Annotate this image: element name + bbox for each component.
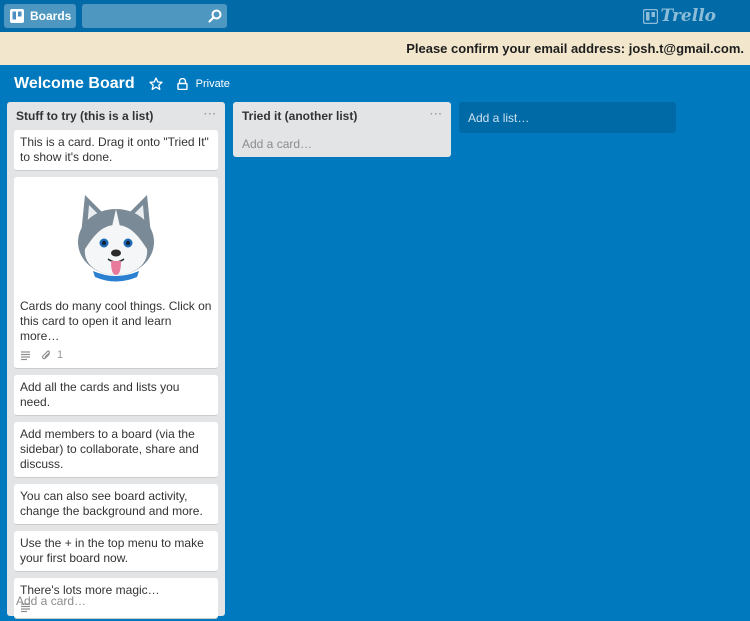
paperclip-icon [42,350,50,360]
list-card[interactable]: This is a card. Drag it onto "Tried It" … [14,130,218,171]
trello-logo-icon [642,8,658,24]
list-header[interactable]: Tried it (another list) ··· [233,102,451,130]
boards-label: Boards [30,9,72,23]
search-box [82,4,227,28]
list-card[interactable]: Cards do many cool things. Click on this… [14,177,218,369]
card-text: Cards do many cool things. Click on this… [20,299,212,343]
add-list-label: Add a list… [468,110,530,125]
card-text: You can also see board activity, change … [20,489,203,518]
list-card[interactable]: Add all the cards and lists you need. [14,375,218,416]
list-title: Tried it (another list) [242,109,358,123]
description-icon [21,351,30,361]
list-card[interactable]: Add members to a board (via the sidebar)… [14,422,218,478]
list-stuff-to-try: Stuff to try (this is a list) ··· This i… [7,102,225,619]
boards-icon [10,9,24,23]
visibility-button[interactable]: Private [176,78,230,90]
list-card[interactable]: You can also see board activity, change … [14,484,218,525]
card-text: Add all the cards and lists you need. [20,380,180,409]
top-header: Boards Trello [0,0,750,32]
add-list-button[interactable]: Add a list… [459,102,676,133]
card-text: Add members to a board (via the sidebar)… [20,427,199,471]
card-badges: 1 [20,348,212,363]
boards-button[interactable]: Boards [4,4,76,28]
search-icon[interactable] [208,9,222,23]
email-confirm-banner: Please confirm your email address: josh.… [0,32,750,65]
board-header: Welcome Board Private [0,65,750,103]
trello-logo[interactable]: Trello [642,6,716,26]
add-card-button[interactable]: Add a card… [16,594,86,608]
list-title: Stuff to try (this is a list) [16,109,154,123]
list-header[interactable]: Stuff to try (this is a list) ··· [7,102,225,130]
list-menu-button[interactable]: ··· [204,109,217,120]
board-title[interactable]: Welcome Board [14,75,135,93]
list-menu-button[interactable]: ··· [430,109,443,120]
logo-text: Trello [660,6,716,26]
card-list: This is a card. Drag it onto "Tried It" … [7,130,225,619]
husky-mascot-icon [78,195,154,282]
add-card-button[interactable]: Add a card… [242,137,312,151]
list-tried-it: Tried it (another list) ··· Add a card… [233,102,451,157]
card-cover [16,179,216,295]
visibility-label: Private [195,78,230,90]
star-icon[interactable] [148,77,163,91]
attachment-badge: 1 [41,348,63,363]
email-confirm-text: Please confirm your email address: josh.… [406,41,744,56]
card-text: Use the + in the top menu to make your f… [20,536,204,565]
card-text: This is a card. Drag it onto "Tried It" … [20,135,209,164]
search-input[interactable] [82,4,202,28]
list-card[interactable]: Use the + in the top menu to make your f… [14,531,218,572]
lock-icon [176,78,188,90]
attachment-count: 1 [57,349,64,361]
